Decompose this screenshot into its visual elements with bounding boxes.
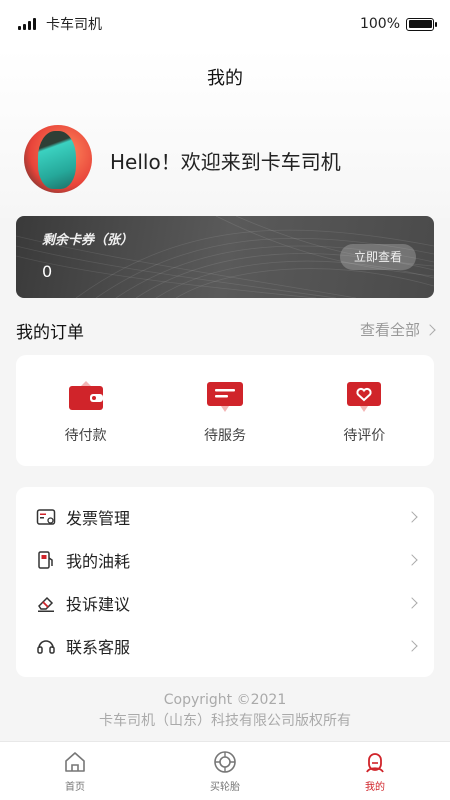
- order-pending-service[interactable]: 待服务: [170, 379, 280, 445]
- battery-percent: 100%: [359, 16, 400, 32]
- user-icon: [366, 752, 384, 773]
- avatar-photo: [38, 131, 76, 189]
- battery-icon: [406, 17, 437, 31]
- tire-icon: [214, 750, 236, 773]
- order-pending-review[interactable]: 待评价: [309, 379, 419, 445]
- view-all-label: 查看全部: [359, 321, 420, 339]
- signal-icon: [18, 18, 36, 30]
- chevron-right-icon: [424, 323, 436, 336]
- wallet-icon: [66, 379, 106, 415]
- order-label: 待付款: [64, 428, 107, 444]
- menu-item-complaint[interactable]: 投诉建议: [16, 581, 434, 624]
- orders-header: 我的订单 查看全部: [16, 318, 436, 343]
- tab-bar: 首页 买轮胎 我的: [0, 741, 450, 800]
- home-icon: [65, 751, 85, 772]
- chevron-right-icon: [406, 596, 418, 609]
- tab-label: 我的: [365, 781, 385, 793]
- view-all-orders-link[interactable]: 查看全部: [359, 319, 436, 340]
- menu-label: 投诉建议: [66, 594, 131, 614]
- coupon-label: 剩余卡券（张）: [42, 233, 134, 248]
- order-label: 待评价: [343, 428, 386, 444]
- menu-label: 我的油耗: [66, 551, 131, 571]
- order-pending-payment[interactable]: 待付款: [31, 379, 141, 445]
- company-line: 卡车司机（山东）科技有限公司版权所有: [99, 713, 351, 729]
- orders-title: 我的订单: [16, 323, 84, 343]
- tab-label: 买轮胎: [210, 781, 240, 793]
- status-bar: 卡车司机 100%: [0, 0, 450, 48]
- chevron-right-icon: [406, 510, 418, 523]
- tab-label: 首页: [65, 781, 85, 793]
- heart-message-icon: [344, 379, 384, 415]
- chevron-right-icon: [406, 553, 418, 566]
- view-coupons-button[interactable]: 立即查看: [340, 244, 416, 270]
- page-title: 我的: [207, 68, 243, 89]
- menu-item-support[interactable]: 联系客服: [16, 624, 434, 667]
- avatar[interactable]: [24, 125, 92, 193]
- coupon-count: 0: [42, 262, 53, 281]
- tab-mine[interactable]: 我的: [330, 750, 420, 793]
- menu-item-invoice[interactable]: 发票管理: [16, 495, 434, 538]
- status-left: 卡车司机: [18, 14, 102, 34]
- menu-card: 发票管理 我的油耗 投诉建议 联系客服: [16, 487, 434, 677]
- order-label: 待服务: [203, 428, 246, 444]
- coupon-card: 剩余卡券（张） 0 立即查看: [16, 216, 434, 298]
- menu-label: 发票管理: [66, 508, 131, 528]
- menu-label: 联系客服: [66, 637, 131, 657]
- eraser-icon: [38, 596, 54, 612]
- chevron-right-icon: [406, 639, 418, 652]
- invoice-icon: [36, 508, 56, 525]
- carrier-label: 卡车司机: [46, 17, 102, 33]
- status-right: 100%: [359, 16, 437, 32]
- tab-home[interactable]: 首页: [30, 750, 120, 793]
- fuel-icon: [38, 550, 53, 569]
- orders-card: 待付款 待服务 待评价: [16, 355, 434, 466]
- tab-buy-tires[interactable]: 买轮胎: [180, 750, 270, 793]
- greeting-text: Hello！欢迎来到卡车司机: [110, 150, 341, 174]
- copyright: Copyright ©2021 卡车司机（山东）科技有限公司版权所有: [0, 690, 450, 732]
- copyright-line: Copyright ©2021: [163, 692, 287, 708]
- message-icon: [205, 379, 245, 415]
- headset-icon: [37, 639, 55, 654]
- menu-item-fuel[interactable]: 我的油耗: [16, 538, 434, 581]
